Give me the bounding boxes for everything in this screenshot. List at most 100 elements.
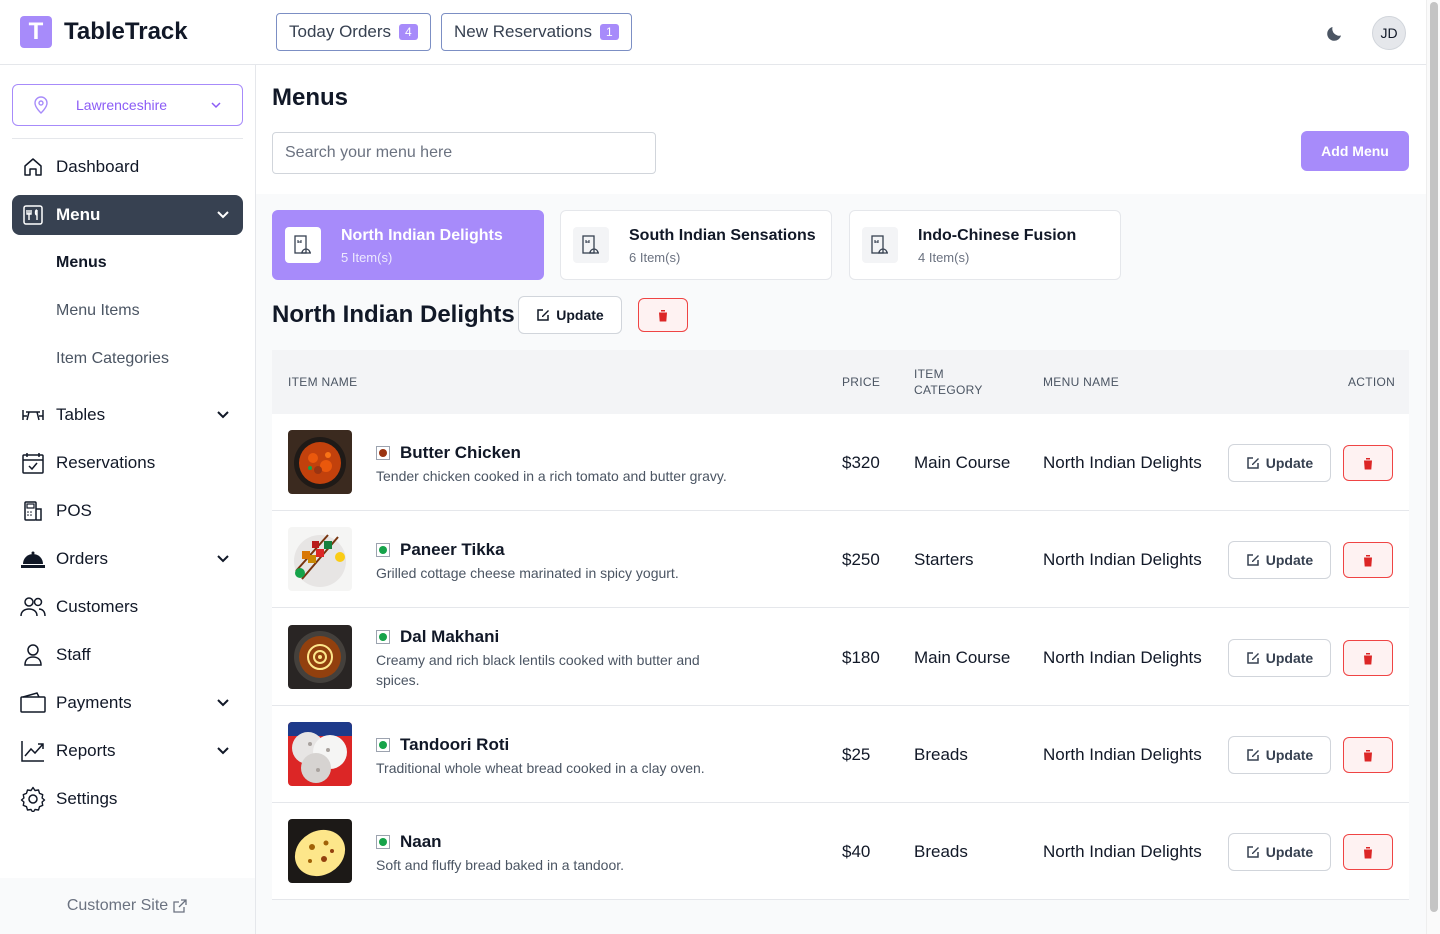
menu-card-north-indian[interactable]: North Indian Delights 5 Item(s) [272,210,544,280]
location-select[interactable]: Lawrenceshire [12,84,243,126]
selected-menu-title: North Indian Delights [272,301,515,328]
menu-card-indo-chinese[interactable]: Indo-Chinese Fusion 4 Item(s) [849,210,1121,280]
edit-icon [1247,457,1259,469]
header-price: PRICE [842,375,881,389]
item-description: Grilled cottage cheese marinated in spic… [376,565,679,581]
scrollbar-thumb[interactable] [1430,2,1438,912]
app-logo[interactable]: T [20,16,52,48]
edit-icon [1247,749,1259,761]
page-title: Menus [272,84,349,111]
pos-icon [20,498,46,524]
item-price: $40 [842,842,871,861]
item-name: Tandoori Roti [400,735,510,754]
sidebar-item-staff[interactable]: Staff [12,635,243,675]
food-thumbnail [288,430,352,494]
customer-site-link[interactable]: Customer Site [0,878,255,934]
chevron-down-icon [217,211,229,219]
submenu-item-categories[interactable]: Item Categories [56,350,169,368]
home-icon [20,154,46,180]
delete-item-button[interactable] [1343,640,1393,676]
page-scrollbar[interactable] [1426,0,1440,934]
item-menu-name: North Indian Delights [1043,648,1202,667]
sidebar-item-reports[interactable]: Reports [12,731,243,771]
sidebar-item-orders[interactable]: Orders [12,539,243,579]
wallet-icon [20,690,46,716]
table-row: Butter Chicken Tender chicken cooked in … [272,414,1409,511]
sidebar-item-dashboard[interactable]: Dashboard [12,147,243,187]
sidebar-item-tables[interactable]: Tables [12,395,243,435]
menu-card-count: 5 Item(s) [341,250,393,265]
table-icon [20,402,46,428]
new-reservations-label: New Reservations [454,22,592,41]
update-label: Update [1265,650,1314,666]
delete-item-button[interactable] [1343,737,1393,773]
today-orders-button[interactable]: Today Orders 4 [276,13,431,51]
cloche-icon [20,546,46,572]
delete-item-button[interactable] [1343,834,1393,870]
veg-indicator-icon [376,835,390,849]
sidebar-item-payments[interactable]: Payments [12,683,243,723]
main-top-area [256,65,1426,194]
update-item-button[interactable]: Update [1228,833,1331,871]
item-price: $320 [842,453,880,472]
header-item-category-line1: ITEM [914,367,944,381]
today-orders-label: Today Orders [289,22,392,41]
add-menu-button[interactable]: Add Menu [1301,131,1409,171]
update-item-button[interactable]: Update [1228,444,1331,482]
new-reservations-count: 1 [599,24,619,40]
table-header: ITEM NAME PRICE ITEM CATEGORY MENU NAME … [272,350,1409,414]
sidebar-item-reservations[interactable]: Reservations [12,443,243,483]
delete-item-button[interactable] [1343,542,1393,578]
sidebar-item-label: Dashboard [56,157,140,176]
update-item-button[interactable]: Update [1228,736,1331,774]
sidebar-item-pos[interactable]: POS [12,491,243,531]
submenu-menu-items[interactable]: Menu Items [56,302,140,320]
veg-indicator-icon [376,543,390,557]
item-menu-name: North Indian Delights [1043,842,1202,861]
update-label: Update [1265,844,1314,860]
table-row: Dal Makhani Creamy and rich black lentil… [272,608,1409,706]
sidebar-item-label: Staff [56,645,91,664]
app-title[interactable]: TableTrack [64,18,188,46]
item-menu-name: North Indian Delights [1043,453,1202,472]
item-description: Traditional whole wheat bread cooked in … [376,760,705,776]
item-price: $180 [842,648,880,667]
menu-book-icon [862,227,898,263]
update-menu-button[interactable]: Update [518,296,622,334]
edit-icon [1247,554,1259,566]
today-orders-count: 4 [399,24,418,40]
item-category: Breads [914,842,968,861]
sidebar-item-menu[interactable]: Menu [12,195,243,235]
chevron-down-icon [217,555,229,563]
chevron-down-icon [211,102,221,109]
submenu-menus[interactable]: Menus [56,254,107,272]
sidebar-item-label: Reservations [56,453,156,472]
trash-icon [1363,652,1373,664]
dark-mode-moon-icon[interactable] [1326,22,1346,42]
sidebar-item-customers[interactable]: Customers [12,587,243,627]
user-avatar[interactable]: JD [1372,16,1406,50]
delete-item-button[interactable] [1343,445,1393,481]
delete-menu-button[interactable] [638,298,688,332]
item-category: Main Course [914,453,1011,472]
update-label: Update [1265,455,1314,471]
item-description: Soft and fluffy bread baked in a tandoor… [376,857,625,873]
search-input[interactable] [272,132,656,174]
update-label: Update [556,307,604,323]
update-item-button[interactable]: Update [1228,639,1331,677]
trash-icon [658,309,668,321]
update-item-button[interactable]: Update [1228,541,1331,579]
header-item-category-line2: CATEGORY [914,383,983,397]
food-thumbnail [288,625,352,689]
user-icon [20,642,46,668]
menu-card-south-indian[interactable]: South Indian Sensations 6 Item(s) [560,210,832,280]
sidebar-item-label: Reports [56,741,116,760]
update-label: Update [1265,747,1314,763]
food-thumbnail [288,722,352,786]
new-reservations-button[interactable]: New Reservations 1 [441,13,632,51]
location-value: Lawrenceshire [76,97,168,113]
trash-icon [1363,554,1373,566]
header-item-name: ITEM NAME [288,375,358,389]
update-label: Update [1265,552,1314,568]
sidebar-item-settings[interactable]: Settings [12,779,243,819]
